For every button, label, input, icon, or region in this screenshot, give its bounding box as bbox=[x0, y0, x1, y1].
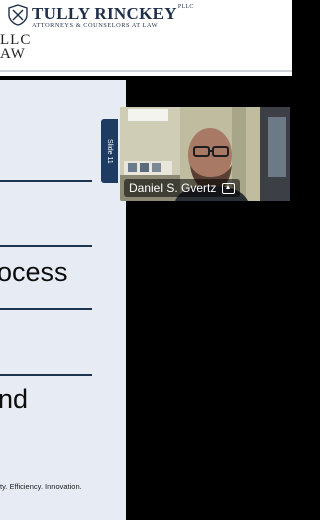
slide-text-2: nd bbox=[0, 384, 29, 414]
slide-rule bbox=[0, 374, 92, 376]
pin-icon[interactable] bbox=[222, 182, 236, 194]
shield-logo-icon bbox=[8, 4, 28, 26]
brand-name: TULLY RINCKEYPLLC bbox=[32, 4, 194, 23]
slide-number-label: Slide 11 bbox=[106, 138, 113, 164]
banner-divider bbox=[0, 70, 292, 72]
participant-name-tag: Daniel S. Gvertz bbox=[124, 179, 241, 197]
participant-name: Daniel S. Gvertz bbox=[129, 181, 217, 195]
slide-footer: ty. Efficiency. Innovation. bbox=[0, 482, 82, 491]
slide-rule bbox=[0, 180, 92, 182]
slide-number-tab[interactable]: Slide 11 bbox=[101, 119, 118, 183]
slide-text-1: ocess bbox=[0, 257, 68, 287]
brand-cropped-line-2: AW bbox=[0, 46, 26, 62]
header-banner: TULLY RINCKEYPLLC ATTORNEYS & COUNSELORS… bbox=[0, 0, 292, 76]
slide-rule bbox=[0, 245, 92, 247]
brand-suffix: PLLC bbox=[177, 4, 194, 10]
brand-tagline: ATTORNEYS & COUNSELORS AT LAW bbox=[32, 22, 159, 29]
slide-rule bbox=[0, 308, 92, 310]
